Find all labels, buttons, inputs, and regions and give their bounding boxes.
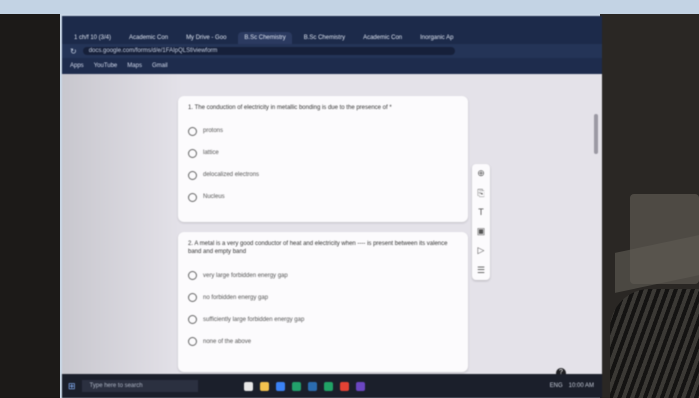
photo-scene: 1 ch/f 10 (3/4) Academic Con My Drive - … [0,0,699,398]
bookmark-youtube[interactable]: YouTube [94,63,118,69]
option-row[interactable]: sufficiently large forbidden energy gap [188,309,458,331]
taskbar-apps [243,381,365,391]
import-questions-icon[interactable]: ⎘ [477,188,484,199]
window-frame [0,0,699,14]
question-2-text: 2. A metal is a very good conductor of h… [188,241,448,256]
language-indicator[interactable]: ENG [550,383,563,389]
scrollbar[interactable] [594,114,598,154]
form-side-toolbar: ⊕ ⎘ T ▣ ▷ ☰ [472,164,490,280]
browser-tab[interactable]: Academic Con [123,32,174,44]
option-row[interactable]: no forbidden energy gap [188,287,458,309]
bookmark-gmail[interactable]: Gmail [152,63,168,69]
keyboard-coil [610,289,699,398]
add-section-icon[interactable]: ☰ [477,265,485,276]
radio-button[interactable] [188,170,197,180]
excel-icon[interactable] [323,381,333,391]
option-label: none of the above [203,338,252,345]
browser-tab[interactable]: Inorganic Ap [414,32,459,44]
radio-button[interactable] [188,271,197,281]
system-tray: ENG 10:00 AM [550,383,602,389]
add-video-icon[interactable]: ▷ [478,245,485,256]
clock[interactable]: 10:00 AM [569,383,594,389]
browser-tab-strip: 1 ch/f 10 (3/4) Academic Con My Drive - … [62,16,602,44]
option-label: delocalized electrons [203,172,260,179]
option-label: sufficiently large forbidden energy gap [203,316,305,323]
radio-button[interactable] [188,148,197,158]
browser-tab[interactable]: B.Sc Chemistry [298,32,351,44]
background-right [600,14,699,398]
option-label: Nucleus [203,194,225,201]
question-card-2: 2. A metal is a very good conductor of h… [178,232,468,372]
form-page: 1. The conduction of electricity in meta… [62,74,602,374]
app-icon[interactable] [355,381,365,391]
radio-button[interactable] [188,337,197,347]
file-explorer-icon[interactable] [259,381,269,391]
url-field[interactable]: docs.google.com/forms/d/e/1FAIpQLSf/view… [82,47,455,55]
option-label: no forbidden energy gap [203,294,269,301]
windows-start-icon[interactable]: ⊞ [68,381,76,392]
browser-tab[interactable]: 1 ch/f 10 (3/4) [68,32,117,44]
taskbar: ⊞ Type here to search ENG 10:00 AM [62,374,602,398]
question-card-1: 1. The conduction of electricity in meta… [178,96,468,222]
browser-tab[interactable]: My Drive - Goo [180,32,232,44]
address-bar: ↻ docs.google.com/forms/d/e/1FAIpQLSf/vi… [62,44,602,58]
background-left [0,14,60,398]
radio-button[interactable] [188,315,197,325]
radio-button[interactable] [188,293,197,303]
add-image-icon[interactable]: ▣ [477,226,486,237]
radio-button[interactable] [188,126,197,136]
page-shadow [62,74,182,374]
option-row[interactable]: protons [188,120,458,142]
option-row[interactable]: Nucleus [188,186,458,208]
browser-tab-active[interactable]: B.Sc Chemistry [238,32,292,44]
option-label: very large forbidden energy gap [203,272,288,279]
option-label: protons [203,128,224,135]
chrome-icon[interactable] [339,381,349,391]
question-1-text: 1. The conduction of electricity in meta… [188,105,392,111]
radio-button[interactable] [188,192,197,202]
taskbar-search-input[interactable]: Type here to search [81,380,198,392]
laptop-screen: 1 ch/f 10 (3/4) Academic Con My Drive - … [62,16,602,398]
option-row[interactable]: none of the above [188,331,458,353]
edge-icon[interactable] [275,381,285,391]
add-question-icon[interactable]: ⊕ [477,168,485,179]
word-icon[interactable] [307,381,317,391]
task-view-icon[interactable] [243,381,253,391]
option-row[interactable]: very large forbidden energy gap [188,265,458,287]
option-label: lattice [203,150,219,157]
bookmarks-bar: Apps YouTube Maps Gmail [62,58,602,74]
bookmark-apps[interactable]: Apps [70,63,84,69]
option-row[interactable]: delocalized electrons [188,164,458,186]
reload-icon[interactable]: ↻ [70,47,77,56]
bookmark-maps[interactable]: Maps [127,63,142,69]
store-icon[interactable] [291,381,301,391]
option-row[interactable]: lattice [188,142,458,164]
browser-tab[interactable]: Academic Con [357,32,408,44]
desk-lamp [630,194,699,284]
add-title-icon[interactable]: T [478,207,484,217]
